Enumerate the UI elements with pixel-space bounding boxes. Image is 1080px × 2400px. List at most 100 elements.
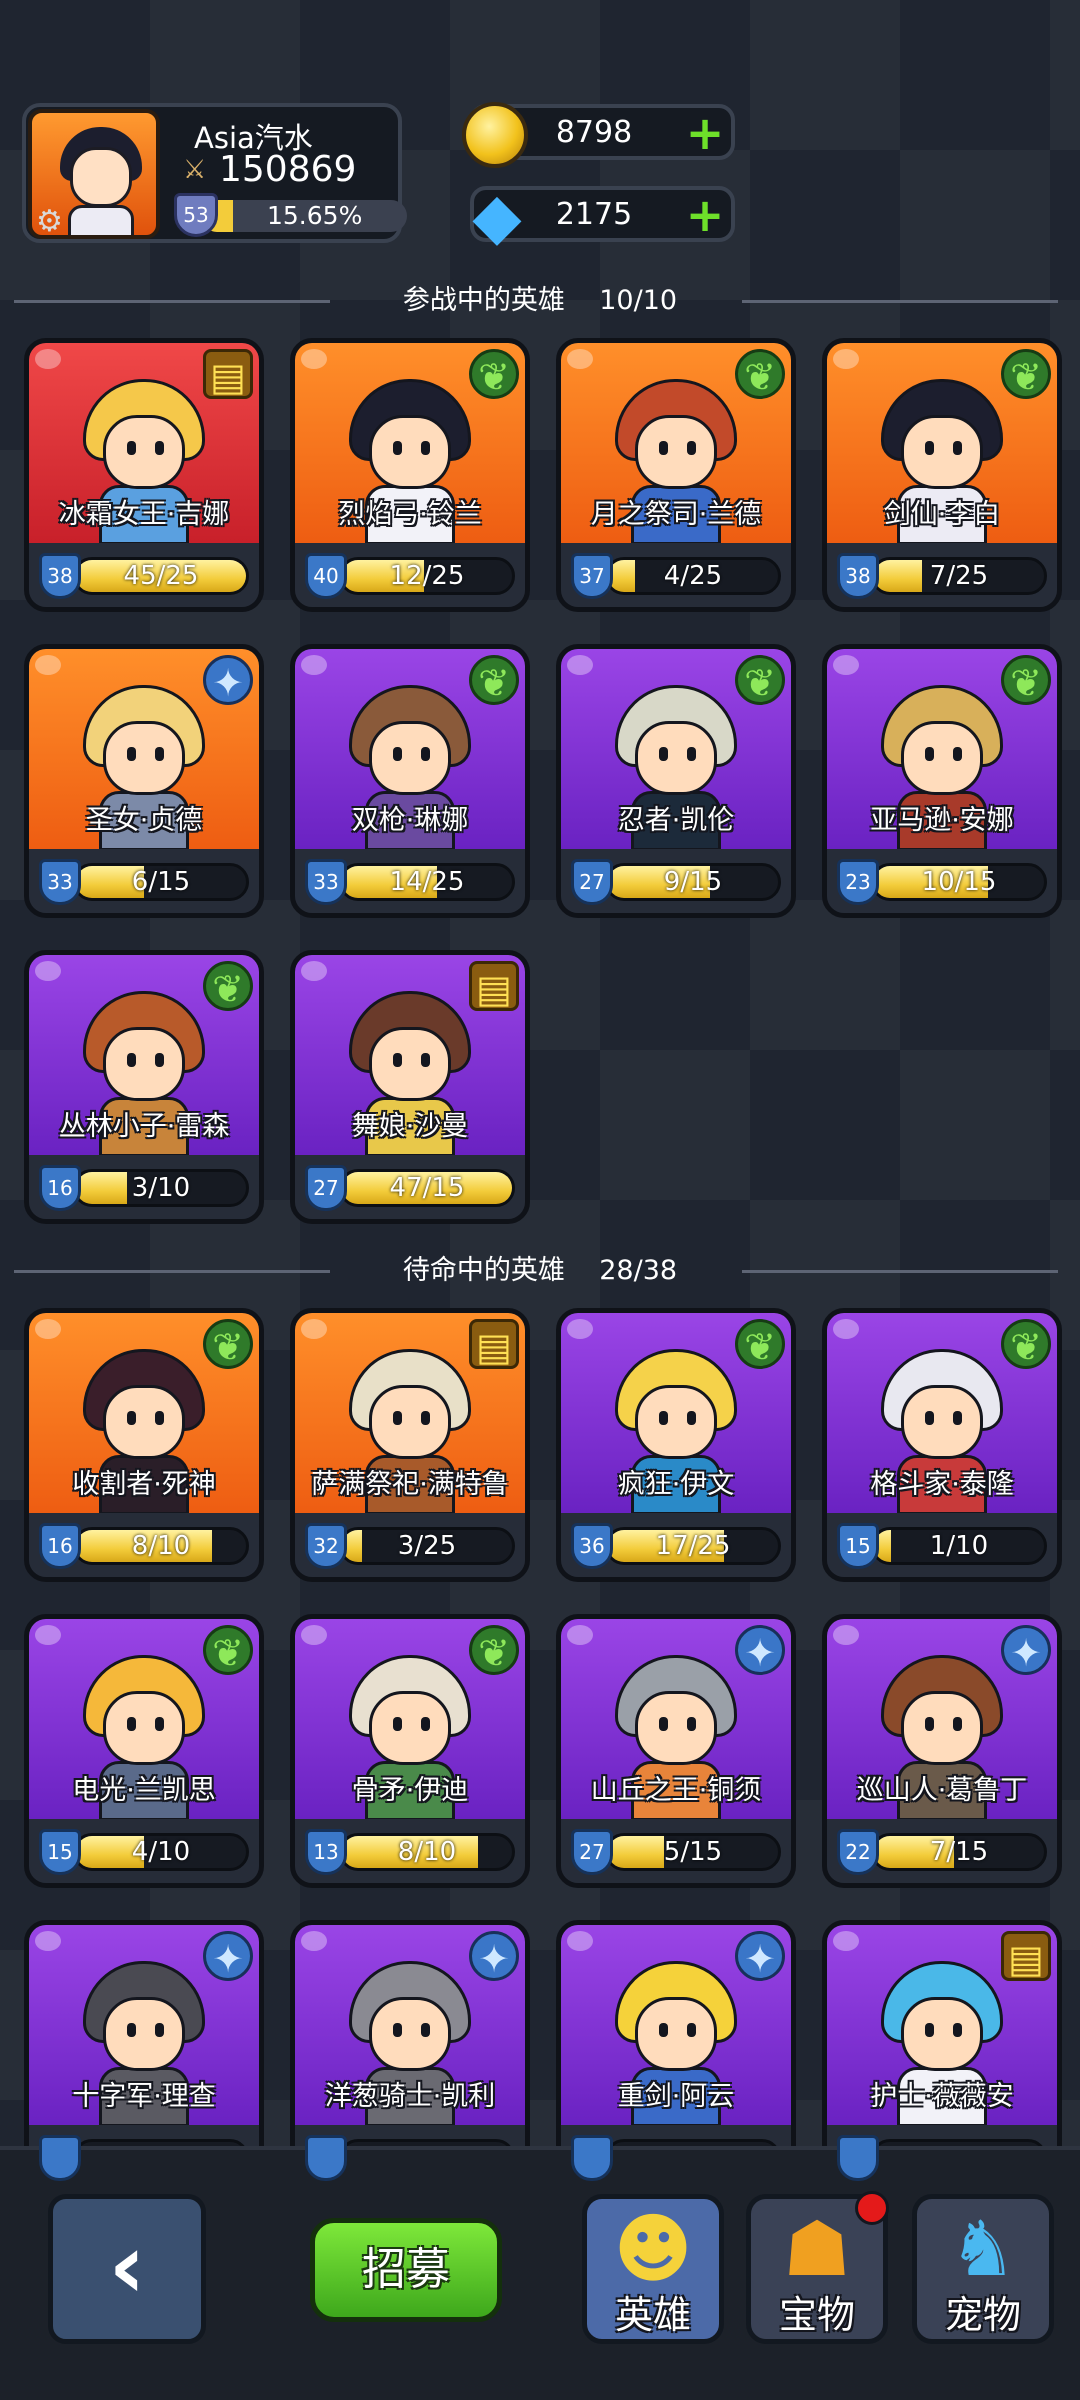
hero-card[interactable]: ❦ 亚马逊·安娜 23 10/15 <box>822 644 1062 918</box>
hero-card-footer: 22 7/15 <box>827 1819 1057 1883</box>
hero-name: 烈焰弓·铃兰 <box>338 499 482 530</box>
hero-shard-count: 8/10 <box>131 1531 191 1561</box>
tab-pets[interactable]: ♞ 宠物 <box>912 2194 1054 2344</box>
hero-eye <box>155 441 164 455</box>
player-xp-bar: 15.65% <box>201 200 407 232</box>
hero-face <box>103 1385 185 1459</box>
hero-card[interactable]: ❦ 收割者·死神 16 8/10 <box>24 1308 264 1582</box>
player-xp-text: 15.65% <box>267 201 363 230</box>
hero-eye <box>925 441 934 455</box>
hero-level-badge: 38 <box>39 553 81 599</box>
hero-card[interactable]: ❦ 忍者·凯伦 27 9/15 <box>556 644 796 918</box>
hero-eye <box>659 441 668 455</box>
hero-face <box>635 721 717 795</box>
hero-portrait: ▤ 萨满祭祀·满特鲁 <box>295 1313 525 1513</box>
hero-level-badge: 33 <box>305 859 347 905</box>
card-shine <box>833 1931 859 1951</box>
card-shine <box>35 349 61 369</box>
hero-eye <box>393 1411 402 1425</box>
tab-heroes[interactable]: ☻ 英雄 <box>582 2194 724 2344</box>
hero-eye <box>127 747 136 761</box>
hero-card[interactable]: ❦ 丛林小子·雷森 16 3/10 <box>24 950 264 1224</box>
blue-beast-icon: ♞ <box>948 2204 1018 2293</box>
hero-eye <box>953 1717 962 1731</box>
hero-card[interactable]: ❦ 剑仙·李白 38 7/25 <box>822 338 1062 612</box>
hero-card[interactable]: ❦ 烈焰弓·铃兰 40 12/25 <box>290 338 530 612</box>
hero-shard-progress-bar: 1/10 <box>871 1527 1047 1565</box>
hero-shard-count: 4/10 <box>131 1837 191 1867</box>
hero-eye <box>953 1411 962 1425</box>
hero-eye <box>925 2023 934 2037</box>
green-wing-class-icon: ❦ <box>735 1319 785 1369</box>
hero-card[interactable]: ❦ 电光·兰凯思 15 4/10 <box>24 1614 264 1888</box>
hero-level-badge: 16 <box>39 1523 81 1569</box>
tab-treasures[interactable]: ☗ 宝物 <box>746 2191 889 2344</box>
hero-eye <box>127 1717 136 1731</box>
hero-card[interactable]: ❦ 格斗家·泰隆 15 1/10 <box>822 1308 1062 1582</box>
hero-name: 忍者·凯伦 <box>617 805 735 836</box>
hero-card[interactable]: ✦ 巡山人·葛鲁丁 22 7/15 <box>822 1614 1062 1888</box>
hero-face <box>369 721 451 795</box>
hero-card[interactable]: ❦ 月之祭司·兰德 37 4/25 <box>556 338 796 612</box>
hero-name: 巡山人·葛鲁丁 <box>856 1775 1028 1806</box>
hero-card-footer: 37 4/25 <box>561 543 791 607</box>
hero-level-badge: 36 <box>571 1523 613 1569</box>
card-shine <box>301 1931 327 1951</box>
hero-shard-progress-bar: 6/15 <box>73 863 249 901</box>
hero-card-footer: 38 45/25 <box>29 543 259 607</box>
hero-face <box>103 1691 185 1765</box>
hero-card[interactable]: ✦ 山丘之王·铜须 27 5/15 <box>556 1614 796 1888</box>
add-gems-button[interactable]: + <box>685 192 725 238</box>
player-power: 150869 <box>219 149 357 190</box>
hero-card[interactable]: ▤ 舞娘·沙曼 27 47/15 <box>290 950 530 1224</box>
notification-dot <box>855 2191 889 2225</box>
recruit-button[interactable]: 招募 <box>310 2218 502 2322</box>
hero-eye <box>155 2023 164 2037</box>
gem-value: 2175 <box>555 197 633 232</box>
hero-level-badge: 27 <box>571 859 613 905</box>
hero-shard-count: 5/15 <box>663 1837 723 1867</box>
hero-card[interactable]: ❦ 双枪·琳娜 33 14/25 <box>290 644 530 918</box>
hero-shard-progress-bar: 7/15 <box>871 1833 1047 1871</box>
hero-name: 山丘之王·铜须 <box>590 1775 762 1806</box>
hero-portrait: ✦ 圣女·贞德 <box>29 649 259 849</box>
hero-eye <box>421 1053 430 1067</box>
card-shine <box>567 655 593 675</box>
player-profile-panel[interactable]: ⚙ Asia汽水 ⚔ 150869 53 15.65% <box>22 103 407 243</box>
hero-face <box>369 415 451 489</box>
hero-face <box>901 1385 983 1459</box>
hero-face <box>103 1027 185 1101</box>
hero-portrait: ❦ 收割者·死神 <box>29 1313 259 1513</box>
green-wing-class-icon: ❦ <box>469 1625 519 1675</box>
hero-face <box>103 415 185 489</box>
card-shine <box>35 1625 61 1645</box>
hero-face <box>635 415 717 489</box>
hero-shard-count: 17/25 <box>655 1531 731 1561</box>
green-wing-class-icon: ❦ <box>1001 655 1051 705</box>
player-avatar[interactable]: ⚙ <box>28 109 160 239</box>
blue-sword-class-icon: ✦ <box>1001 1625 1051 1675</box>
hero-shard-progress-bar: 12/25 <box>339 557 515 595</box>
hero-shard-progress-bar: 4/10 <box>73 1833 249 1871</box>
hero-card[interactable]: ▤ 萨满祭祀·满特鲁 32 3/25 <box>290 1308 530 1582</box>
hero-card[interactable]: ❦ 疯狂·伊文 36 17/25 <box>556 1308 796 1582</box>
hero-eye <box>155 1411 164 1425</box>
hero-shard-count: 8/10 <box>397 1837 457 1867</box>
hero-level-badge: 22 <box>837 1829 879 1875</box>
hero-card-footer: 15 1/10 <box>827 1513 1057 1577</box>
settings-gear-icon[interactable]: ⚙ <box>36 205 70 236</box>
card-shine <box>35 1319 61 1339</box>
hero-eye <box>421 747 430 761</box>
back-button[interactable]: ‹ <box>48 2194 206 2344</box>
hero-shard-count: 1/10 <box>929 1531 989 1561</box>
hero-shard-progress-bar: 45/25 <box>73 557 249 595</box>
hero-card[interactable]: ❦ 骨矛·伊迪 13 8/10 <box>290 1614 530 1888</box>
hero-card[interactable]: ▤ 冰霜女王·吉娜 38 45/25 <box>24 338 264 612</box>
add-gold-button[interactable]: + <box>685 110 725 156</box>
hero-name: 格斗家·泰隆 <box>870 1469 1014 1500</box>
hero-eye <box>393 441 402 455</box>
hero-card[interactable]: ✦ 圣女·贞德 33 6/15 <box>24 644 264 918</box>
card-shine <box>567 1319 593 1339</box>
hero-shard-progress-bar: 14/25 <box>339 863 515 901</box>
hero-portrait: ❦ 双枪·琳娜 <box>295 649 525 849</box>
